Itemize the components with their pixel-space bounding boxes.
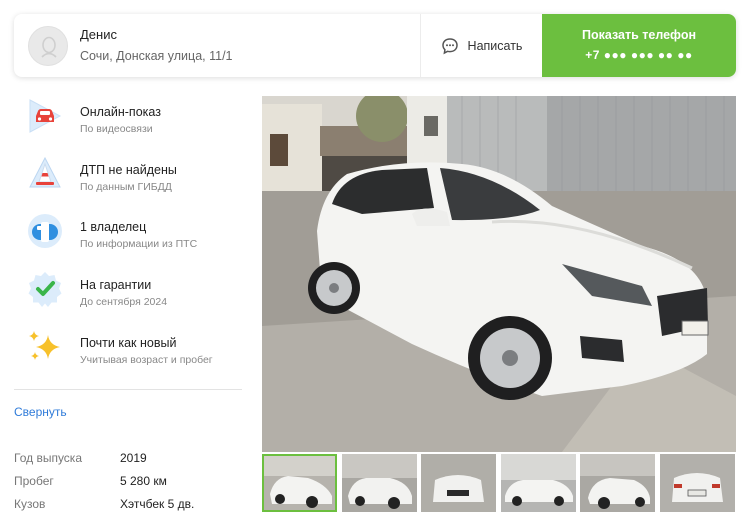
feature-title: На гарантии xyxy=(80,278,152,292)
feature-subtitle: По данным ГИБДД xyxy=(80,181,172,193)
video-car-icon xyxy=(26,97,64,135)
owner-icon xyxy=(26,212,64,250)
thumbnail-5[interactable] xyxy=(580,454,655,512)
seller-avatar[interactable] xyxy=(28,26,68,66)
sparkles-icon xyxy=(26,328,64,366)
show-phone-button[interactable]: Показать телефон +7 ●●● ●●● ●● ●● xyxy=(542,14,736,77)
feature-no-accidents: ДТП не найдены По данным ГИБДД xyxy=(14,155,242,205)
seller-name[interactable]: Денис xyxy=(80,27,117,42)
photo-thumbnails xyxy=(262,454,736,512)
main-car-photo[interactable] xyxy=(262,96,736,452)
feature-subtitle: Учитывая возраст и пробег xyxy=(80,354,213,366)
thumbnail-1[interactable] xyxy=(262,454,337,512)
spec-label: Кузов xyxy=(14,497,46,511)
feature-title: 1 владелец xyxy=(80,220,147,234)
feature-subtitle: По информации из ПТС xyxy=(80,238,198,250)
thumbnail-4[interactable] xyxy=(501,454,576,512)
traffic-cone-icon xyxy=(26,155,64,193)
spec-value: 5 280 км xyxy=(120,474,167,488)
spec-value[interactable]: Хэтчбек 5 дв. xyxy=(120,497,194,511)
user-placeholder-icon xyxy=(41,36,57,58)
thumbnail-6[interactable] xyxy=(660,454,735,512)
write-message-button[interactable]: Написать xyxy=(420,14,542,77)
feature-one-owner: 1 владелец По информации из ПТС xyxy=(14,212,242,262)
feature-subtitle: По видеосвязи xyxy=(80,123,153,135)
spec-label: Год выпуска xyxy=(14,451,82,465)
write-label: Написать xyxy=(467,38,523,53)
collapse-link[interactable]: Свернуть xyxy=(14,405,67,419)
features-divider xyxy=(14,389,242,390)
feature-like-new: Почти как новый Учитывая возраст и пробе… xyxy=(14,328,242,378)
seller-address: Сочи, Донская улица, 11/1 xyxy=(80,49,233,63)
seller-contact-bar: Денис Сочи, Донская улица, 11/1 Написать… xyxy=(14,14,736,77)
thumbnail-2[interactable] xyxy=(342,454,417,512)
feature-online-show: Онлайн-показ По видеосвязи xyxy=(14,97,242,147)
feature-warranty: На гарантии До сентября 2024 xyxy=(14,270,242,320)
show-phone-label: Показать телефон xyxy=(581,28,697,42)
phone-masked: +7 ●●● ●●● ●● ●● xyxy=(585,48,693,62)
feature-title: Онлайн-показ xyxy=(80,105,161,119)
spec-label: Пробег xyxy=(14,474,54,488)
feature-title: ДТП не найдены xyxy=(80,163,177,177)
feature-subtitle: До сентября 2024 xyxy=(80,296,168,308)
thumbnail-3[interactable] xyxy=(421,454,496,512)
feature-title: Почти как новый xyxy=(80,336,177,350)
chat-icon xyxy=(441,37,458,54)
spec-value: 2019 xyxy=(120,451,147,465)
warranty-badge-icon xyxy=(26,270,64,308)
